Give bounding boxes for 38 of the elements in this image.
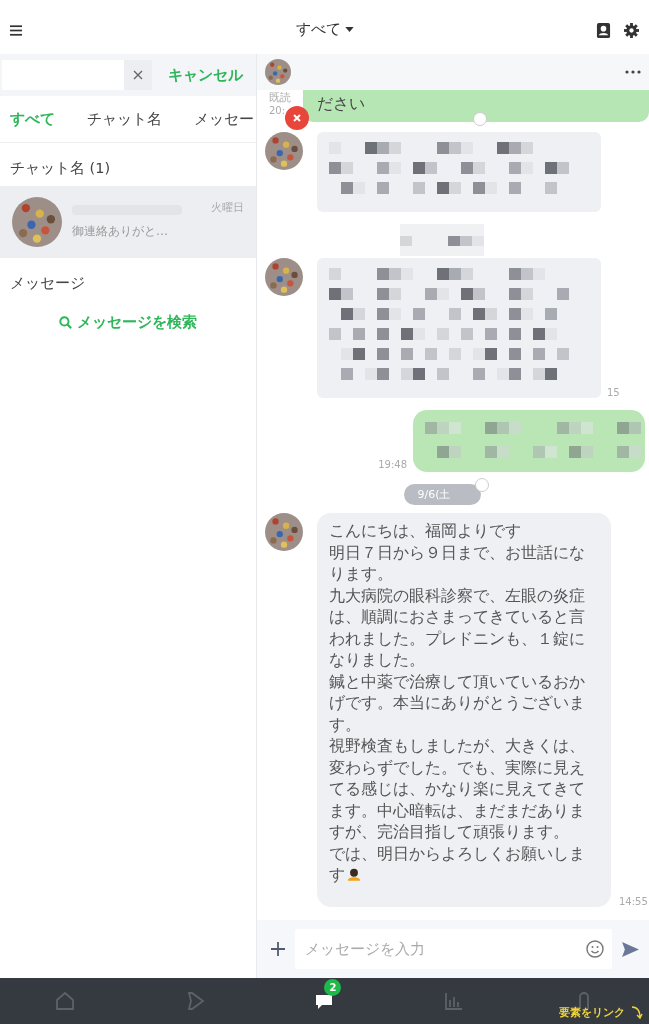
- clear-icon: [133, 70, 143, 80]
- arrow-icon: [631, 1006, 643, 1020]
- close-button[interactable]: [285, 106, 309, 130]
- date-separator: 9/6(土: [403, 484, 481, 505]
- message-text: 明日７日から９日まで、お世話になります。: [329, 543, 585, 583]
- resize-handle[interactable]: [475, 478, 489, 492]
- message-preview: 御連絡ありがと…: [72, 222, 169, 240]
- message-text: 九大病院の眼科診察で、左眼の炎症は、順調におさまってきていると言われました。プレドニンも、１錠になりました。: [329, 586, 585, 669]
- message-input[interactable]: メッセージを入力: [295, 929, 612, 969]
- chat-time: 火曜日: [211, 200, 244, 215]
- caret-icon: [344, 27, 354, 32]
- read-receipt: 既読: [269, 90, 291, 104]
- resize-handle[interactable]: [473, 112, 487, 126]
- message-time: 14:55: [619, 895, 648, 907]
- section-heading: メッセージ: [9, 274, 86, 293]
- plus-icon[interactable]: [271, 942, 285, 956]
- contact-icon[interactable]: [596, 22, 611, 38]
- more-icon[interactable]: [625, 70, 641, 74]
- link-elements-label[interactable]: 要素をリンク: [559, 1006, 643, 1020]
- message-time: 20:: [269, 104, 286, 118]
- message-text: 視野検査もしましたが、大きくは、変わらずでした。でも、実際に見えてる感じは、かなり楽に見えてきてます。中心暗転は、まだまだありますが、完治目指して頑張ります。: [329, 737, 585, 841]
- menu-icon[interactable]: [10, 24, 22, 36]
- message-time: 19:48: [378, 459, 407, 470]
- section-heading: チャット名 (1): [9, 159, 112, 178]
- message-text: では、明日からよろしくお願いします: [329, 844, 585, 884]
- settings-icon[interactable]: [624, 22, 639, 38]
- filter-tab[interactable]: チャット名: [77, 109, 172, 129]
- message-bubble: ださい: [303, 90, 649, 122]
- message-text: こんにちは、福岡よりです: [329, 522, 521, 540]
- unread-badge: 2: [324, 979, 342, 996]
- message-time: 15: [607, 387, 620, 398]
- filter-dropdown[interactable]: すべて: [295, 20, 354, 39]
- close-icon: [292, 113, 302, 123]
- message-text: 鍼と中薬で治療して頂いているおかげです。本当にありがとうございます。: [329, 672, 585, 734]
- send-icon[interactable]: [622, 941, 639, 957]
- search-icon: [59, 316, 72, 329]
- filter-tab[interactable]: メッセー: [184, 109, 256, 129]
- emoji-icon[interactable]: [586, 940, 604, 958]
